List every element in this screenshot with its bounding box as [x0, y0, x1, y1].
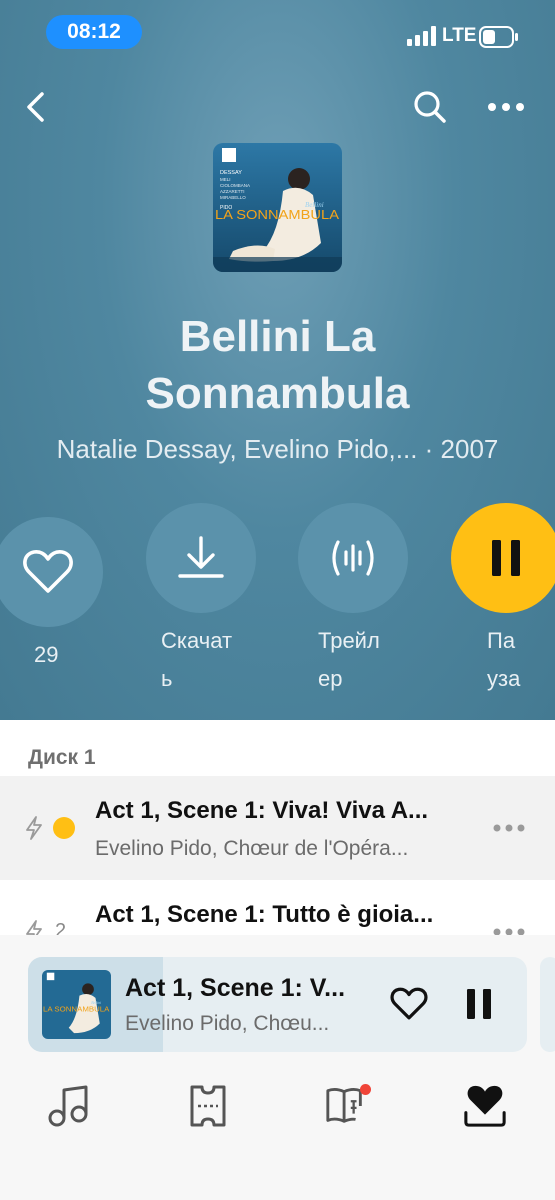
search-icon [414, 91, 446, 123]
cover-credit-3: CIOLOMBANA [220, 183, 250, 188]
album-cover: DESSAY MELI CIOLOMBANA AZZARETTI MIRABEL… [213, 143, 342, 272]
disc-label: Диск 1 [28, 746, 96, 769]
download-label-line-1: Скачат [161, 628, 233, 653]
album-subtitle[interactable]: Natalie Dessay, Evelino Pido,... · 2007 [0, 434, 555, 465]
signal-icon [407, 26, 436, 46]
mini-cover-title: LA SONNAMBULA [43, 1007, 110, 1014]
trailer-label-line-1: Трейл [318, 628, 380, 653]
mini-pause-icon[interactable] [466, 988, 492, 1020]
download-label-line-2: ь [161, 666, 173, 691]
track-title: Act 1, Scene 1: Viva! Viva A... [95, 797, 429, 824]
more-horizontal-icon [488, 103, 524, 111]
mini-player[interactable]: Bellini LA SONNAMBULA Act 1, Scene 1: V.… [28, 957, 527, 1052]
battery-icon [479, 26, 518, 48]
mini-player-artist: Evelino Pido, Chœu... [125, 1012, 330, 1035]
trailer-label-line-2: ер [318, 666, 343, 691]
tab-events[interactable] [186, 1082, 230, 1130]
back-button[interactable] [16, 85, 56, 129]
next-card-peek[interactable] [540, 957, 555, 1052]
notification-dot [360, 1084, 371, 1095]
mini-cover-art: Bellini LA SONNAMBULA [42, 970, 111, 1039]
album-cover-art: DESSAY MELI CIOLOMBANA AZZARETTI MIRABEL… [213, 143, 342, 272]
mini-player-title: Act 1, Scene 1: V... [125, 974, 346, 1002]
trailer-waveform-icon [332, 540, 374, 576]
album-title: Bellini La Sonnambula [0, 308, 555, 422]
album-title-line-1: Bellini La [179, 312, 376, 361]
pause-label: Па уза [487, 622, 520, 698]
album-title-line-2: Sonnambula [145, 369, 410, 418]
cover-credit-1: DESSAY [220, 170, 242, 176]
cover-title: LA SONNAMBULA [215, 207, 339, 222]
mini-cover-composer: Bellini [91, 1001, 101, 1005]
track-row[interactable]: Act 1, Scene 1: Viva! Viva A... Evelino … [0, 776, 555, 880]
like-count: 29 [34, 642, 59, 667]
cover-credit-4: AZZARETTI [220, 189, 245, 194]
network-label: LTE [442, 25, 477, 46]
status-time: 08:12 [46, 15, 142, 49]
track-more-icon[interactable] [493, 824, 525, 832]
heart-icon [23, 550, 73, 593]
download-button[interactable] [146, 503, 256, 613]
cover-credit-5: MIRABELLO [220, 195, 246, 200]
pause-button[interactable] [451, 503, 555, 613]
pause-label-line-2: уза [487, 666, 521, 691]
music-note-icon [48, 1085, 88, 1127]
lightning-icon [26, 816, 42, 840]
pause-icon [492, 540, 520, 576]
track-artist: Evelino Pido, Chœur de l'Opéra... [95, 837, 409, 860]
download-label: Скачат ь [161, 622, 232, 698]
collection-heart-icon [464, 1085, 506, 1127]
tab-music[interactable] [46, 1082, 90, 1130]
more-button[interactable] [484, 85, 528, 129]
trailer-button[interactable] [298, 503, 408, 613]
playing-indicator [53, 817, 75, 839]
like-button[interactable] [0, 517, 103, 627]
chevron-left-icon [27, 92, 44, 122]
trailer-label: Трейл ер [318, 622, 380, 698]
track-title: Act 1, Scene 1: Tutto è gioia... [95, 901, 434, 928]
ticket-icon [190, 1085, 226, 1127]
search-button[interactable] [408, 85, 452, 129]
cover-credit-2: MELI [220, 177, 231, 182]
tab-collection[interactable] [463, 1082, 507, 1130]
status-bar: 08:12 LTE [0, 0, 555, 70]
tab-library[interactable] [324, 1082, 371, 1130]
download-icon [178, 536, 224, 578]
mini-player-cover: Bellini LA SONNAMBULA [42, 970, 111, 1039]
album-header: 08:12 LTE DESSAY MELI CIOLOMBANA AZZARET… [0, 0, 555, 720]
mini-heart-icon[interactable] [390, 987, 428, 1021]
pause-label-line-1: Па [487, 628, 516, 653]
